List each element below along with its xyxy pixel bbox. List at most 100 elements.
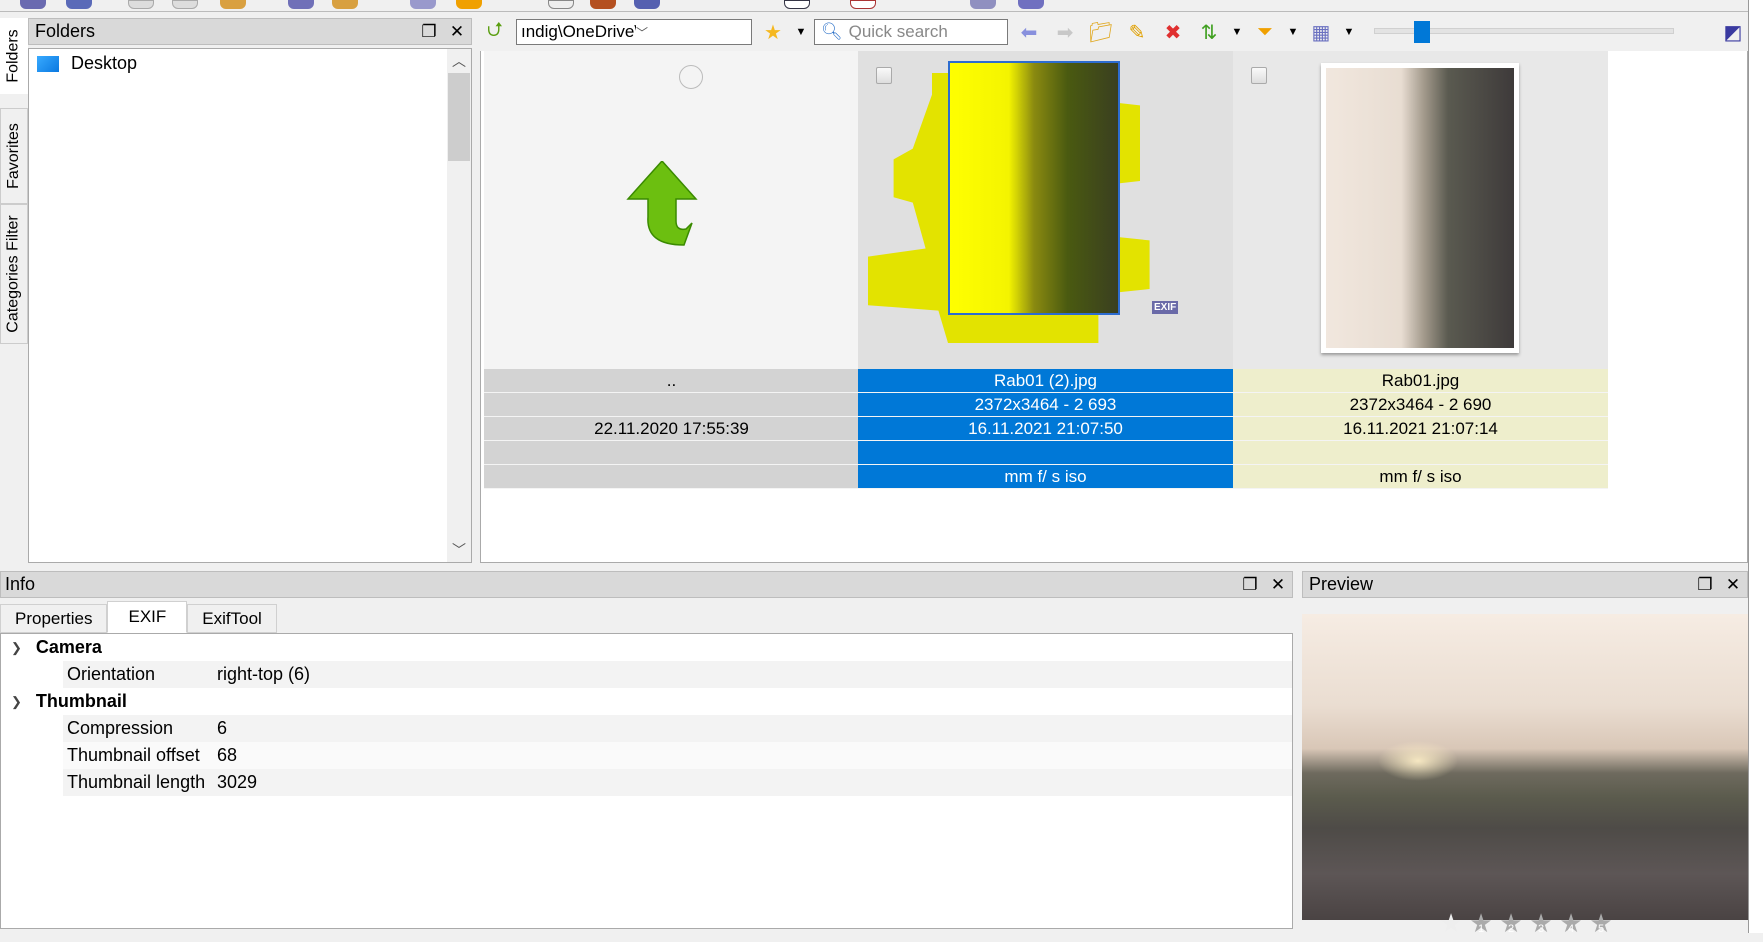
tab-label: Favorites <box>5 123 23 189</box>
star-label: 3 <box>1537 923 1545 935</box>
slider-knob[interactable] <box>1413 21 1430 43</box>
tab-exif[interactable]: EXIF <box>107 601 188 633</box>
preview-panel: Preview ❐ ✕ ★ ★ 1 ★ 2 ★ 3 ★ 4 ★ 5 <box>1302 571 1748 936</box>
path-combobox[interactable]: ındig\OneDrive\Bilder\Test\﹀ <box>516 19 752 45</box>
group-camera[interactable]: ❯ Camera <box>1 634 1292 661</box>
close-panel-button[interactable]: ✕ <box>443 22 471 42</box>
float-panel-button[interactable]: ❐ <box>1236 575 1264 595</box>
file-date: 16.11.2021 21:07:14 <box>1233 417 1608 441</box>
dropdown-arrow-icon[interactable]: ▼ <box>794 26 808 38</box>
star-label: 4 <box>1567 923 1575 935</box>
select-radio[interactable] <box>679 65 703 89</box>
property-key: Thumbnail length <box>67 772 206 792</box>
group-thumbnail[interactable]: ❯ Thumbnail <box>1 688 1292 715</box>
property-key: Orientation <box>67 664 156 684</box>
filter-icon[interactable]: ⏷ <box>1250 19 1280 45</box>
back-arrow-icon[interactable]: ⬅ <box>1014 19 1044 45</box>
dropdown-arrow-icon[interactable]: ▼ <box>1286 26 1300 38</box>
file-dimensions: 2372x3464 - 2 690 <box>1233 393 1608 417</box>
folder-tree: Desktop ︿ ﹀ <box>28 48 472 563</box>
select-checkbox[interactable] <box>876 67 892 84</box>
file-name: .. <box>484 369 859 393</box>
rating-star-icon[interactable]: ★ 1 <box>1468 910 1494 936</box>
select-checkbox[interactable] <box>1251 67 1267 84</box>
main-toolbar-strip <box>0 0 1763 12</box>
tab-properties[interactable]: Properties <box>0 604 108 633</box>
quick-search-input[interactable]: 🔍︎ Quick search <box>814 19 1008 45</box>
file-exif: mm f/ s iso <box>858 465 1233 489</box>
preview-image[interactable]: ★ ★ 1 ★ 2 ★ 3 ★ 4 ★ 5 <box>1302 614 1748 936</box>
new-folder-icon[interactable]: 📁︎ <box>1086 19 1116 45</box>
file-extra <box>484 441 859 465</box>
view-mode-icon[interactable]: ▦ <box>1306 19 1336 45</box>
property-row: Thumbnail length 3029 <box>63 769 1292 796</box>
float-panel-button[interactable]: ❐ <box>1691 575 1719 595</box>
panel-title: Folders <box>35 21 96 41</box>
thumbnail-cell-parent[interactable]: .. 22.11.2020 17:55:39 <box>484 51 859 489</box>
delete-icon[interactable]: ✖ <box>1158 19 1188 45</box>
thumbnail-cell-selected[interactable]: EXIF Rab01 (2).jpg 2372x3464 - 2 693 16.… <box>858 51 1233 489</box>
scroll-thumb[interactable] <box>448 73 470 161</box>
close-panel-button[interactable]: ✕ <box>1264 575 1292 595</box>
folder-item-desktop[interactable]: Desktop <box>37 53 137 74</box>
file-name: Rab01 (2).jpg <box>858 369 1233 393</box>
tab-exiftool[interactable]: ExifTool <box>187 604 277 633</box>
favorites-star-icon[interactable]: ★ <box>758 19 788 45</box>
scroll-up-icon[interactable]: ︿ <box>447 51 471 71</box>
go-up-icon[interactable]: ⮍ <box>480 19 510 45</box>
chevron-down-icon[interactable]: ❯ <box>11 640 22 656</box>
tab-label: Categories Filter <box>5 215 22 333</box>
property-value: 3029 <box>217 772 258 792</box>
file-extra <box>858 441 1233 465</box>
exif-tree: ❯ Camera Orientation right-top (6) ❯ Thumbn… <box>0 633 1293 929</box>
search-placeholder: Quick search <box>848 22 948 41</box>
file-exif: mm f/ s iso <box>1233 465 1608 489</box>
group-label: Camera <box>35 637 102 657</box>
star-label: 5 <box>1597 923 1605 935</box>
folder-label: Desktop <box>71 53 138 73</box>
file-dimensions: 2372x3464 - 2 693 <box>858 393 1233 417</box>
panel-layout-icon[interactable]: ◩ <box>1718 19 1748 45</box>
rating-star-icon[interactable]: ★ 4 <box>1558 910 1584 936</box>
rating-stars: ★ ★ 1 ★ 2 ★ 3 ★ 4 ★ 5 <box>1438 910 1614 936</box>
float-panel-button[interactable]: ❐ <box>415 22 443 42</box>
forward-arrow-icon[interactable]: ➡ <box>1050 19 1080 45</box>
chevron-down-icon[interactable]: ﹀ <box>636 24 751 41</box>
file-name: Rab01.jpg <box>1233 369 1608 393</box>
folder-tree-scrollbar[interactable]: ︿ ﹀ <box>447 49 471 562</box>
sort-icon[interactable]: ⇅ <box>1194 19 1224 45</box>
folders-panel-header: Folders ❐ ✕ <box>28 18 472 45</box>
rating-star-icon[interactable]: ★ 3 <box>1528 910 1554 936</box>
parent-folder-arrow-icon <box>626 161 698 246</box>
scroll-down-icon[interactable]: ﹀ <box>447 540 471 560</box>
chevron-down-icon[interactable]: ❯ <box>11 694 22 710</box>
star-label: 1 <box>1477 923 1485 935</box>
property-key: Thumbnail offset <box>67 745 200 765</box>
thumbnail-image <box>948 61 1120 315</box>
property-row: Thumbnail offset 68 <box>63 742 1292 769</box>
rating-star-icon[interactable]: ★ 5 <box>1588 910 1614 936</box>
close-panel-button[interactable]: ✕ <box>1719 575 1747 595</box>
dropdown-arrow-icon[interactable]: ▼ <box>1342 26 1356 38</box>
thumbnail-cell[interactable]: Rab01.jpg 2372x3464 - 2 690 16.11.2021 2… <box>1233 51 1608 489</box>
star-label: 2 <box>1507 923 1515 935</box>
file-exif <box>484 465 859 489</box>
rating-clear-star-icon[interactable]: ★ <box>1438 910 1464 936</box>
panel-title: Info <box>5 574 36 594</box>
rename-icon[interactable]: ✎ <box>1122 19 1152 45</box>
info-tabs: Properties EXIF ExifTool <box>0 601 277 633</box>
info-panel-header: Info ❐ ✕ <box>0 571 1293 598</box>
thumbnail-image <box>1326 68 1514 348</box>
path-text: ındig\OneDrive\Bilder\Test\ <box>521 22 636 41</box>
search-icon: 🔍︎ <box>821 22 843 41</box>
side-tab-favorites[interactable]: Favorites <box>0 108 28 204</box>
file-extra <box>1233 441 1608 465</box>
thumbnail-frame <box>1321 63 1519 353</box>
side-tab-categories-filter[interactable]: Categories Filter <box>0 204 28 344</box>
side-tabs: Folders Favorites Categories Filter <box>0 18 28 563</box>
dropdown-arrow-icon[interactable]: ▼ <box>1230 26 1244 38</box>
side-tab-folders[interactable]: Folders <box>0 18 28 94</box>
thumbnail-size-slider[interactable] <box>1374 19 1674 45</box>
property-row: Compression 6 <box>63 715 1292 742</box>
rating-star-icon[interactable]: ★ 2 <box>1498 910 1524 936</box>
